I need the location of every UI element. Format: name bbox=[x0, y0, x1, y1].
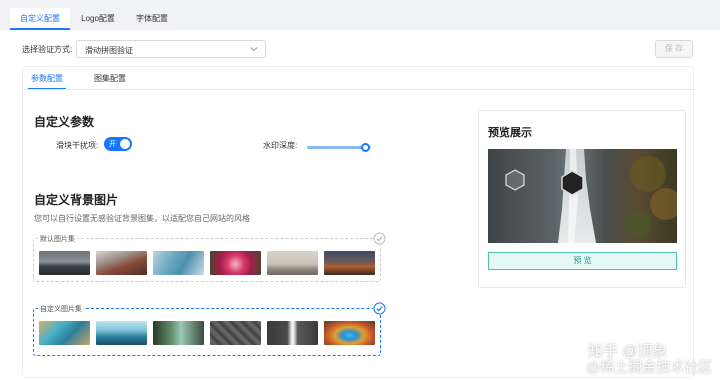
default-image-set[interactable]: 默认图片集 bbox=[33, 232, 386, 282]
tab-font-config[interactable]: 字体配置 bbox=[126, 8, 178, 30]
juejin-watermark: @稀土掘金技术社区 bbox=[586, 359, 713, 375]
verify-method-label: 选择验证方式: bbox=[22, 45, 73, 54]
custom-image-set[interactable]: 自定义图片集 bbox=[33, 302, 386, 356]
check-circle-icon[interactable] bbox=[373, 232, 386, 245]
sub-tab-divider bbox=[22, 89, 694, 90]
default-thumb-5[interactable] bbox=[267, 251, 318, 275]
preview-image bbox=[488, 149, 677, 243]
chevron-down-icon bbox=[250, 47, 258, 52]
default-set-label: 默认图片集 bbox=[38, 234, 77, 244]
verify-method-select[interactable]: 滑动拼图验证 bbox=[76, 40, 266, 58]
preview-button[interactable]: 预 览 bbox=[488, 252, 677, 270]
watermark-depth-label: 水印深度: bbox=[263, 141, 298, 150]
custom-thumb-5[interactable] bbox=[267, 321, 318, 345]
slider-fill bbox=[307, 146, 366, 149]
check-circle-icon[interactable] bbox=[373, 302, 386, 315]
background-description: 您可以自行设置无感验证背景图集，以适配您自己网站的风格 bbox=[34, 214, 250, 223]
toggle-knob bbox=[120, 139, 130, 149]
default-thumb-3[interactable] bbox=[153, 251, 204, 275]
preview-title: 预览展示 bbox=[488, 127, 532, 139]
verify-method-value: 滑动拼图验证 bbox=[85, 46, 133, 55]
default-thumb-2[interactable] bbox=[96, 251, 147, 275]
toggle-on-text: 开 bbox=[109, 141, 116, 148]
params-title: 自定义参数 bbox=[34, 115, 95, 129]
default-thumb-4[interactable] bbox=[210, 251, 261, 275]
interference-label: 滑块干扰项: bbox=[56, 141, 99, 150]
custom-set-label: 自定义图片集 bbox=[38, 304, 84, 314]
tab-param-config[interactable]: 参数配置 bbox=[28, 72, 66, 90]
default-thumb-6[interactable] bbox=[324, 251, 375, 275]
tab-custom-config[interactable]: 自定义配置 bbox=[10, 8, 70, 30]
top-tab-bar: 自定义配置 Logo配置 字体配置 bbox=[0, 0, 720, 30]
tab-logo-config[interactable]: Logo配置 bbox=[72, 8, 124, 30]
custom-thumb-4[interactable] bbox=[210, 321, 261, 345]
background-title: 自定义背景图片 bbox=[34, 193, 119, 207]
custom-thumb-1[interactable] bbox=[39, 321, 90, 345]
tab-gallery-config[interactable]: 图集配置 bbox=[90, 72, 130, 90]
custom-thumb-3[interactable] bbox=[153, 321, 204, 345]
custom-thumb-2[interactable] bbox=[96, 321, 147, 345]
interference-toggle[interactable]: 开 bbox=[104, 137, 132, 151]
default-thumb-1[interactable] bbox=[39, 251, 90, 275]
custom-thumb-6[interactable] bbox=[324, 321, 375, 345]
save-button[interactable]: 保 存 bbox=[655, 40, 693, 58]
